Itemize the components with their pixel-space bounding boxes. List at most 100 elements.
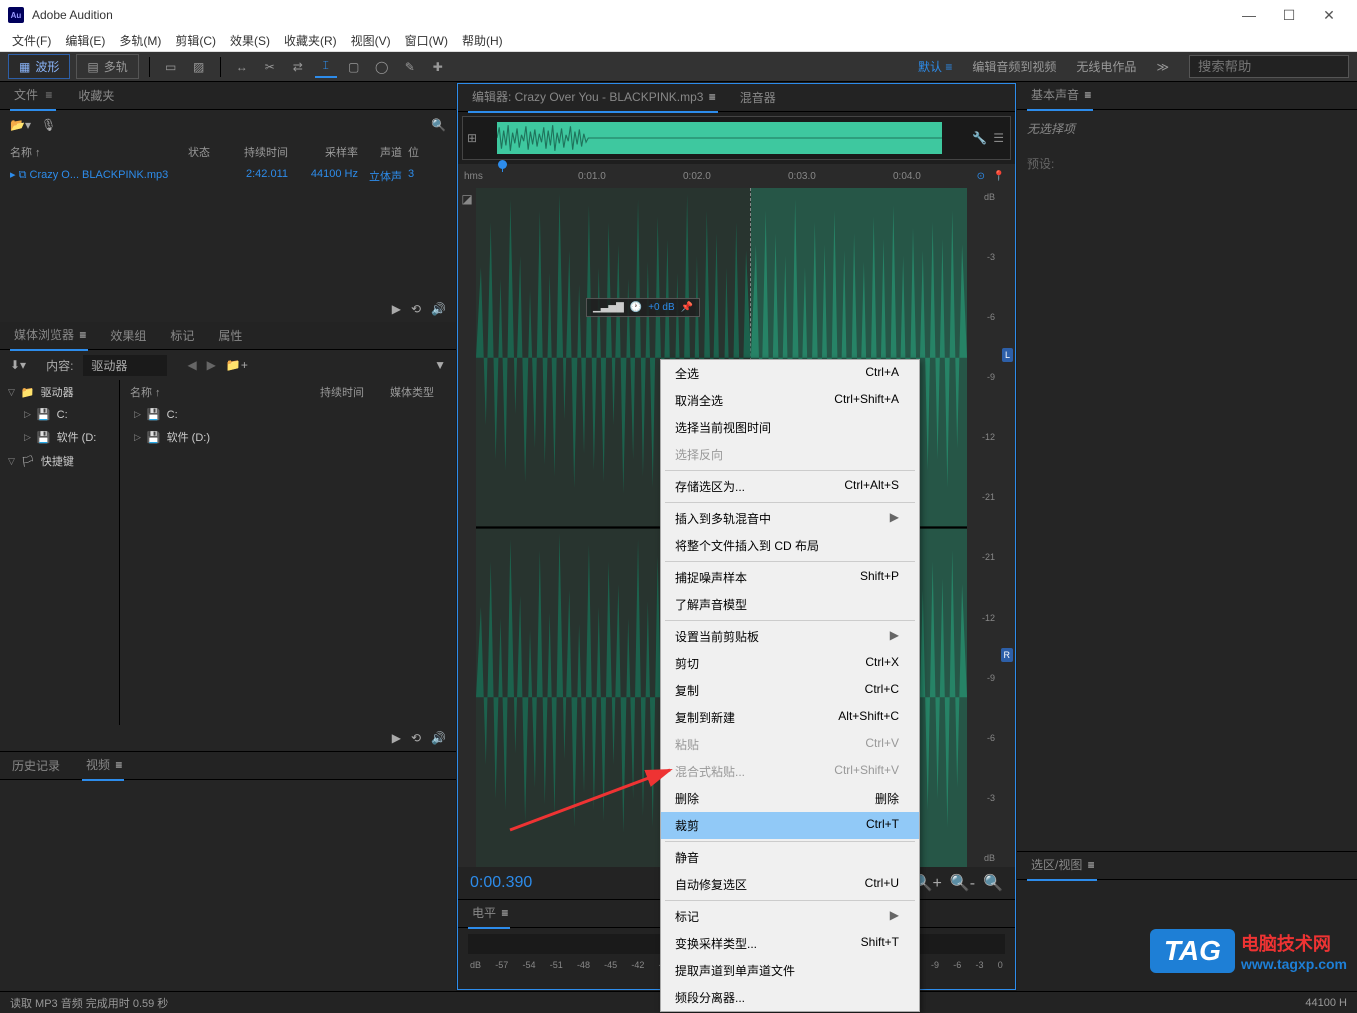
help-search-input[interactable] [1189,55,1349,78]
context-menu-item[interactable]: 将整个文件插入到 CD 布局 [661,532,919,559]
fwd-icon[interactable]: ▶ [207,358,216,372]
menu-icon[interactable]: ☰ [993,131,1004,145]
context-menu-item[interactable]: 剪切Ctrl+X [661,650,919,677]
menu-clip[interactable]: 剪辑(C) [169,30,222,51]
overview-waveform[interactable]: ⊞ 🔧 ☰ [462,116,1011,160]
tab-mixer[interactable]: 混音器 [738,83,778,112]
tab-history[interactable]: 历史记录 [10,751,62,780]
context-menu-item[interactable]: 粘贴Ctrl+V [661,731,919,758]
media-play-icon[interactable]: ▶ [392,731,401,745]
context-menu-item[interactable]: 频段分离器... [661,984,919,1011]
lasso-tool-icon[interactable]: ◯ [371,56,393,78]
context-menu-item[interactable]: 静音 [661,844,919,871]
workspace-default[interactable]: 默认 ≡ [918,58,952,75]
context-menu-item[interactable]: 混合式粘贴...Ctrl+Shift+V [661,758,919,785]
zoom-out-icon[interactable]: 🔍- [950,873,975,893]
open-file-icon[interactable]: 📂▾ [10,118,31,132]
pin-icon[interactable]: 📍 [993,171,1005,182]
context-menu-item[interactable]: 裁剪Ctrl+T [661,812,919,839]
context-menu-item[interactable]: 选择反向 [661,441,919,468]
new-folder-icon[interactable]: 📁+ [226,358,248,372]
drive-selector[interactable]: 驱动器 [83,355,167,376]
loop-icon[interactable]: ⟲ [411,302,421,316]
tab-properties[interactable]: 属性 [216,321,244,350]
minimize-button[interactable]: — [1229,0,1269,30]
context-menu-item[interactable]: 取消全选Ctrl+Shift+A [661,387,919,414]
tab-essential-sound[interactable]: 基本声音 ≡ [1027,80,1093,111]
media-loop-icon[interactable]: ⟲ [411,731,421,745]
context-menu-item[interactable]: 自动修复选区Ctrl+U [661,871,919,898]
menu-effects[interactable]: 效果(S) [224,30,276,51]
context-menu-item[interactable]: 了解声音模型 [661,591,919,618]
context-menu-item[interactable]: 设置当前剪贴板▶ [661,623,919,650]
filter-funnel-icon[interactable]: ▼ [434,358,446,372]
workspace-edit-av[interactable]: 编辑音频到视频 [972,58,1056,75]
filter-icon[interactable]: 🔍 [431,118,446,132]
menu-help[interactable]: 帮助(H) [456,30,509,51]
multitrack-mode-button[interactable]: ▤ 多轨 [76,54,138,79]
menu-favorites[interactable]: 收藏夹(R) [278,30,343,51]
tab-video[interactable]: 视频 ≡ [82,750,124,781]
context-menu-item[interactable]: 删除删除 [661,785,919,812]
tree-drives[interactable]: ▽ 📁 驱动器 [0,380,119,404]
timeline-ruler[interactable]: hms 0:01.0 0:02.0 0:03.0 0:04.0 ⊙ 📍 [458,164,1015,188]
back-icon[interactable]: ◀ [187,358,196,372]
import-icon[interactable]: ⬇▾ [10,358,26,372]
menu-edit[interactable]: 编辑(E) [59,30,111,51]
context-menu-item[interactable]: 变换采样类型...Shift+T [661,930,919,957]
context-menu-item[interactable]: 复制到新建Alt+Shift+C [661,704,919,731]
tree-d-drive[interactable]: ▷ 💾 软件 (D: [0,425,119,449]
zoom-reset-icon[interactable]: 🔍 [983,873,1003,893]
context-menu-item[interactable]: 捕捉噪声样本Shift+P [661,564,919,591]
snap-icon[interactable]: ⊙ [977,171,985,182]
menu-file[interactable]: 文件(F) [6,30,57,51]
context-menu-item[interactable]: 全选Ctrl+A [661,360,919,387]
play-icon[interactable]: ▶ [392,302,401,316]
tab-editor[interactable]: 编辑器: Crazy Over You - BLACKPINK.mp3 ≡ [468,82,718,113]
status-text: 读取 MP3 音频 完成用时 0.59 秒 [10,995,168,1011]
hud-overlay[interactable]: ▁▃▅▇ 🕐 +0 dB 📌 [586,298,700,317]
maximize-button[interactable]: ☐ [1269,0,1309,30]
spectral-btn-icon[interactable]: ◪ [461,192,472,206]
tab-favorites[interactable]: 收藏夹 [76,81,116,110]
media-autoplay-icon[interactable]: 🔊 [431,731,446,745]
tree-c-drive[interactable]: ▷ 💾 C: [0,404,119,425]
menu-window[interactable]: 窗口(W) [399,30,454,51]
pin-hud-icon[interactable]: 📌 [681,302,693,313]
context-menu-item[interactable]: 插入到多轨混音中▶ [661,505,919,532]
move-tool-icon[interactable]: ↔ [231,56,253,78]
tab-markers[interactable]: 标记 [168,321,196,350]
context-menu-item[interactable]: 选择当前视图时间 [661,414,919,441]
workspace-more-icon[interactable]: ≫ [1156,60,1169,74]
list-c-drive[interactable]: ▷ 💾 C: [120,404,456,425]
tab-levels[interactable]: 电平 ≡ [468,898,510,929]
playhead[interactable] [502,164,503,172]
menu-multitrack[interactable]: 多轨(M) [113,30,167,51]
time-select-tool-icon[interactable]: 𝙸 [315,56,337,78]
tree-shortcuts[interactable]: ▽ 🏳 快捷键 [0,449,119,473]
workspace-radio[interactable]: 无线电作品 [1076,58,1136,75]
close-button[interactable]: ✕ [1309,0,1349,30]
context-menu-item[interactable]: 提取声道到单声道文件 [661,957,919,984]
tab-media-browser[interactable]: 媒体浏览器 ≡ [10,320,88,351]
slip-tool-icon[interactable]: ⇄ [287,56,309,78]
menu-view[interactable]: 视图(V) [345,30,397,51]
spectral-toggle-icon[interactable]: ▨ [188,56,210,78]
tab-effects-rack[interactable]: 效果组 [108,321,148,350]
tools-icon[interactable]: 🔧 [972,131,987,145]
marquee-tool-icon[interactable]: ▢ [343,56,365,78]
autoplay-icon[interactable]: 🔊 [431,302,446,316]
heal-tool-icon[interactable]: ✚ [427,56,449,78]
record-icon[interactable]: 🎙 [41,118,56,132]
waveform-mode-button[interactable]: ▦ 波形 [8,54,70,79]
context-menu-item[interactable]: 复制Ctrl+C [661,677,919,704]
brush-tool-icon[interactable]: ✎ [399,56,421,78]
tab-selection-view[interactable]: 选区/视图 ≡ [1027,850,1097,881]
context-menu-item[interactable]: 标记▶ [661,903,919,930]
hud-toggle-icon[interactable]: ▭ [160,56,182,78]
list-d-drive[interactable]: ▷ 💾 软件 (D:) [120,425,456,449]
context-menu-item[interactable]: 存储选区为...Ctrl+Alt+S [661,473,919,500]
tab-files[interactable]: 文件 ≡ [10,80,56,111]
razor-tool-icon[interactable]: ✂ [259,56,281,78]
file-row[interactable]: ▸ ⧉ Crazy O... BLACKPINK.mp3 2:42.011 44… [0,164,456,188]
